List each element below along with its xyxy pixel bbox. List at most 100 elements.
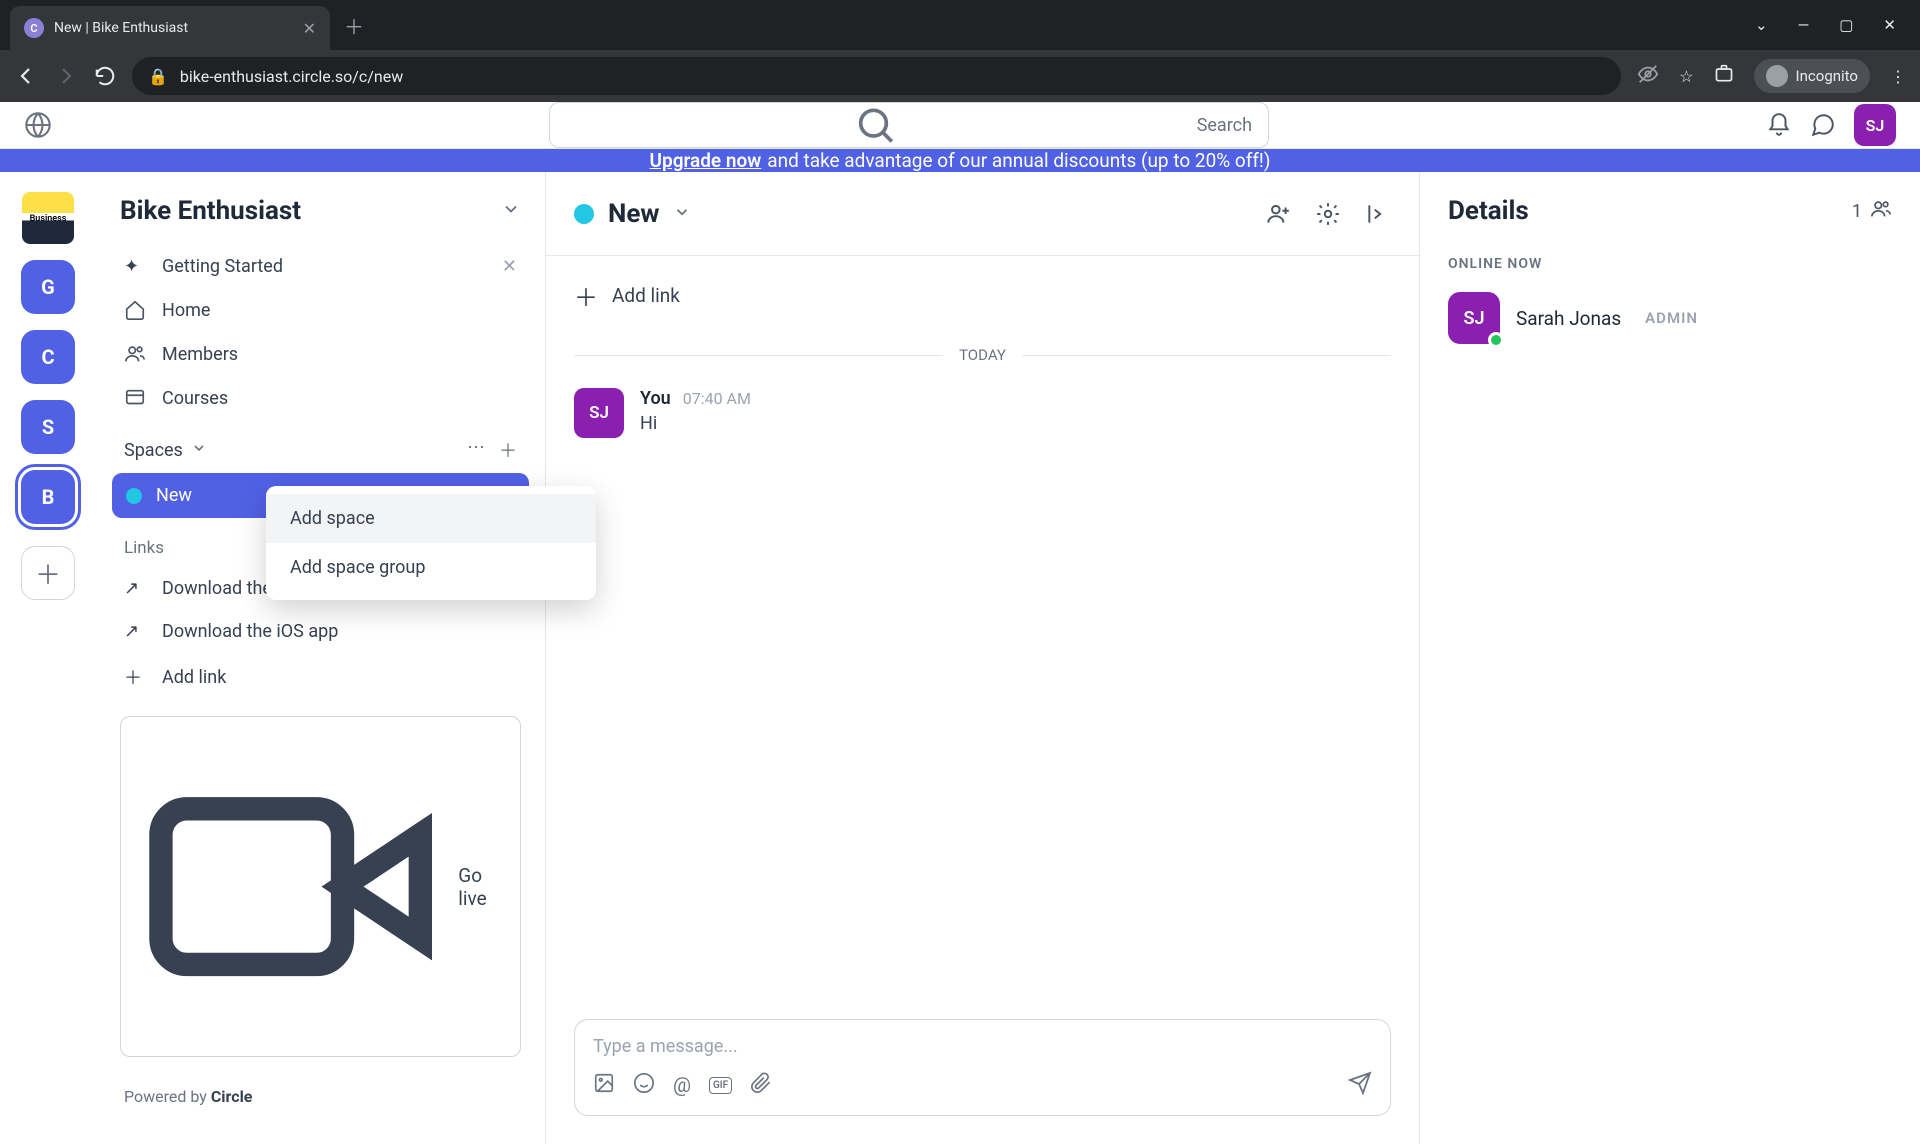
nav-members[interactable]: Members [112, 333, 529, 375]
rail-logo[interactable]: Business [22, 192, 74, 244]
link-ios[interactable]: ↗ Download the iOS app [112, 611, 529, 652]
notifications-icon[interactable] [1766, 112, 1792, 138]
composer-input[interactable] [593, 1036, 1372, 1057]
community-name: Bike Enthusiast [120, 196, 301, 226]
upgrade-link[interactable]: Upgrade now [650, 149, 762, 172]
date-divider: TODAY [546, 336, 1419, 374]
space-color-dot [126, 488, 142, 504]
online-member[interactable]: SJ Sarah Jonas ADMIN [1448, 292, 1892, 344]
admin-badge: ADMIN [1645, 309, 1698, 327]
message-text: Hi [640, 413, 751, 434]
people-icon[interactable] [1870, 198, 1892, 225]
plus-icon: ＋ [574, 278, 598, 313]
link-label: Add link [162, 667, 226, 688]
app-top-bar: Search SJ [0, 102, 1920, 149]
message-author: You [640, 388, 671, 409]
banner-text: and take advantage of our annual discoun… [767, 149, 1270, 172]
powered-brand[interactable]: Circle [211, 1087, 253, 1106]
sparkle-icon: ✦ [124, 256, 146, 277]
external-link-icon: ↗ [124, 621, 146, 642]
browser-menu-icon[interactable]: ⋮ [1890, 67, 1906, 86]
tab-close-icon[interactable]: ✕ [303, 19, 316, 38]
link-add[interactable]: ＋ Add link [112, 654, 529, 700]
app-root: Search SJ Upgrade now and take advantage… [0, 102, 1920, 1080]
space-label: New [156, 485, 192, 506]
rail-item-s[interactable]: S [21, 400, 75, 454]
add-link-label: Add link [612, 284, 680, 307]
emoji-icon[interactable] [633, 1072, 655, 1098]
today-label: TODAY [959, 346, 1006, 364]
messages-icon[interactable] [1810, 112, 1836, 138]
nav-label: Members [162, 344, 238, 365]
search-input[interactable]: Search [549, 102, 1269, 148]
browser-nav-bar: 🔒 bike-enthusiast.circle.so/c/new ☆ Inco… [0, 50, 1920, 102]
incognito-label: Incognito [1796, 67, 1858, 85]
center-pane: New ＋ Add link TODAY SJ You [546, 172, 1420, 1144]
spaces-more-icon[interactable]: ⋯ [467, 437, 485, 463]
message-composer[interactable]: @ GIF [574, 1019, 1391, 1116]
community-header[interactable]: Bike Enthusiast [112, 196, 529, 246]
presence-dot [1488, 332, 1504, 348]
rail-item-g[interactable]: G [21, 260, 75, 314]
spaces-label: Spaces [124, 440, 183, 461]
incognito-icon [1766, 65, 1788, 87]
minimize-icon[interactable]: — [1798, 16, 1810, 34]
message-avatar[interactable]: SJ [574, 388, 624, 438]
nav-label: Getting Started [162, 256, 283, 277]
member-count: 1 [1852, 201, 1862, 222]
space-color-dot [574, 204, 594, 224]
nav-label: Home [162, 300, 210, 321]
powered-prefix: Powered by [124, 1087, 211, 1106]
space-title: New [608, 199, 659, 229]
dismiss-getting-started-icon[interactable]: ✕ [502, 256, 517, 277]
new-tab-button[interactable]: ＋ [344, 11, 364, 40]
user-avatar[interactable]: SJ [1854, 104, 1896, 146]
gear-icon[interactable] [1315, 199, 1341, 229]
reload-button[interactable] [94, 65, 116, 87]
bookmark-star-icon[interactable]: ☆ [1679, 67, 1693, 86]
send-icon[interactable] [1348, 1071, 1372, 1099]
close-window-icon[interactable]: ✕ [1883, 16, 1896, 34]
main-layout: Business G C S B ＋ Bike Enthusiast ✦ Get… [0, 172, 1920, 1144]
link-label: Download the iOS app [162, 621, 338, 642]
go-live-button[interactable]: Go live [120, 716, 521, 1057]
powered-by: Powered by Circle [112, 1073, 529, 1120]
sidebar-nav: ✦ Getting Started ✕ Home Members Courses [112, 246, 529, 419]
courses-icon [124, 387, 146, 409]
dropdown-add-space[interactable]: Add space [266, 494, 596, 543]
url-bar[interactable]: 🔒 bike-enthusiast.circle.so/c/new [132, 57, 1621, 95]
back-button[interactable] [14, 64, 38, 88]
chevron-down-icon[interactable] [501, 199, 521, 223]
forward-button[interactable] [54, 64, 78, 88]
nav-getting-started[interactable]: ✦ Getting Started ✕ [112, 246, 529, 287]
window-controls: ⌄ — ▢ ✕ [1755, 16, 1920, 34]
gif-icon[interactable]: GIF [709, 1077, 732, 1094]
nav-home[interactable]: Home [112, 289, 529, 331]
dropdown-add-space-group[interactable]: Add space group [266, 543, 596, 592]
extensions-icon[interactable] [1714, 64, 1734, 88]
spaces-add-icon[interactable]: ＋ [499, 437, 517, 463]
mention-icon[interactable]: @ [673, 1073, 691, 1097]
nav-courses[interactable]: Courses [112, 377, 529, 419]
member-avatar: SJ [1448, 292, 1500, 344]
rail-item-c[interactable]: C [21, 330, 75, 384]
lock-icon: 🔒 [148, 67, 168, 86]
collapse-panel-icon[interactable] [1365, 199, 1391, 229]
incognito-badge[interactable]: Incognito [1754, 59, 1870, 93]
rail-add-button[interactable]: ＋ [21, 546, 75, 600]
globe-icon[interactable] [24, 111, 52, 139]
maximize-icon[interactable]: ▢ [1839, 16, 1853, 34]
browser-tab[interactable]: C New | Bike Enthusiast ✕ [10, 6, 330, 50]
rail-item-b[interactable]: B [21, 470, 75, 524]
eye-blocked-icon[interactable] [1637, 63, 1659, 89]
attachment-icon[interactable] [750, 1072, 772, 1098]
add-people-icon[interactable] [1265, 199, 1291, 229]
space-header: New [546, 172, 1419, 256]
home-icon [124, 299, 146, 321]
chevron-down-icon[interactable] [673, 203, 691, 225]
image-icon[interactable] [593, 1072, 615, 1098]
external-link-icon: ↗ [124, 578, 146, 599]
tabs-dropdown-icon[interactable]: ⌄ [1755, 16, 1768, 34]
add-link-button[interactable]: ＋ Add link [546, 256, 1419, 336]
spaces-header[interactable]: Spaces ⋯ ＋ [112, 419, 529, 473]
